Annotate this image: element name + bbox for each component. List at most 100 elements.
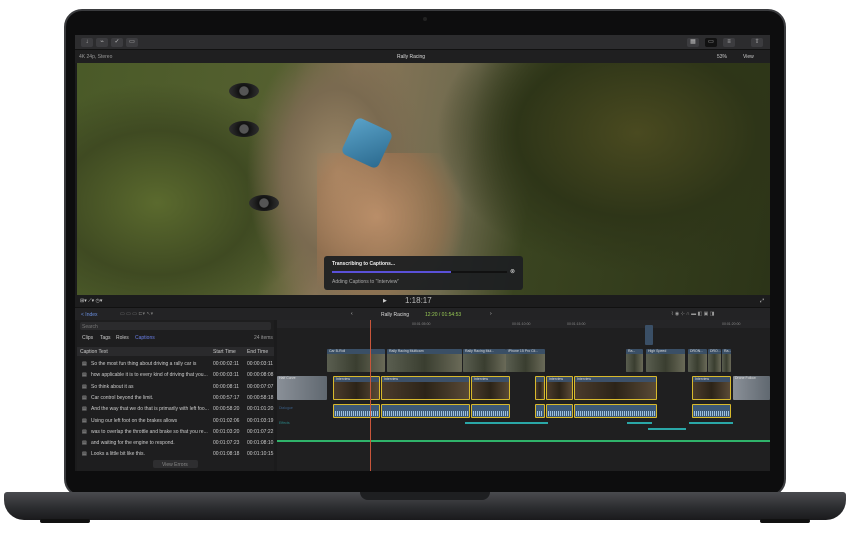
connected-clip[interactable]: Ra... [626, 349, 643, 372]
caption-start: 00:00:03:11 [213, 372, 240, 379]
effects-clip[interactable] [689, 422, 733, 424]
timeline-ruler[interactable]: 00:01:05:00 00:01:10:00 00:01:15:00 00:01:2… [277, 320, 770, 328]
connected-clip[interactable]: DRO... [708, 349, 721, 372]
view-menu[interactable]: View [743, 54, 754, 60]
caption-start: 00:01:03:20 [213, 428, 240, 435]
caption-end: 00:01:01:20 [247, 406, 274, 413]
audio-clip[interactable] [381, 404, 470, 418]
inspector-icon[interactable]: ≡ [723, 38, 735, 47]
audio-clip[interactable] [574, 404, 657, 418]
caption-end: 00:01:03:19 [247, 417, 274, 424]
ruler-tick: 00:01:10:00 [512, 321, 531, 326]
import-icon[interactable]: ↓ [81, 38, 93, 47]
connected-clip[interactable]: Ra... [722, 349, 731, 372]
tab-roles[interactable]: Roles [116, 335, 129, 341]
primary-clip[interactable]: Interview [381, 376, 470, 400]
primary-clip[interactable]: Half Curve [277, 376, 327, 400]
audio-waveform [576, 411, 655, 416]
caption-row[interactable]: ▤ Car control beyond the limit. 00:00:57… [77, 393, 274, 403]
laptop-foot [760, 519, 810, 523]
keywords-icon[interactable]: ⌁ [96, 38, 108, 47]
connected-clip[interactable]: Rally Racing Mul... [463, 349, 506, 372]
clip-thumbnail [536, 382, 544, 399]
edit-tools-icon[interactable]: ▭ ▭ ▭ ⊏▾ ↖▾ [120, 311, 153, 317]
audio-clip[interactable] [333, 404, 380, 418]
dialog-subtitle: Adding Captions to "Interview" [332, 279, 400, 285]
primary-clip[interactable]: Interview [333, 376, 380, 400]
playhead[interactable] [370, 320, 371, 471]
caption-start: 00:00:58:20 [213, 406, 240, 413]
effects-clip[interactable] [648, 428, 686, 430]
timeline[interactable]: 00:01:05:00 00:01:10:00 00:01:15:00 00:01:2… [277, 320, 770, 471]
caption-row[interactable]: ▤ was to overlap the throttle and brake … [77, 427, 274, 437]
search-input[interactable]: Search [80, 322, 271, 330]
caption-text: So think about it as [91, 383, 134, 390]
clip-thumbnail [688, 354, 707, 372]
laptop-notch [360, 492, 490, 500]
audio-clip[interactable] [471, 404, 510, 418]
audio-clip[interactable] [535, 404, 545, 418]
caption-text: And the way that we do that is primarily… [91, 406, 209, 413]
caption-icon: ▤ [82, 361, 87, 367]
clip-thumbnail [693, 382, 730, 399]
clip-thumbnail [722, 354, 731, 372]
caption-row[interactable]: ▤ and waiting for the engine to respond.… [77, 438, 274, 448]
clip-label: Rally Racing Mul... [465, 349, 495, 353]
col-start-time[interactable]: Start Time [213, 349, 236, 355]
caption-row[interactable]: ▤ Looks a little bit like this. 00:01:08… [77, 449, 274, 459]
timeline-toolbar: < Index ▭ ▭ ▭ ⊏▾ ↖▾ ‹ Rally Racing 12:20… [75, 307, 770, 320]
caption-row[interactable]: ▤ So think about it as 00:00:08:11 00:00… [77, 382, 274, 392]
timeline-options-icon[interactable]: ⌇ ◉ ⊹ ∩ ▬ ◧ ▣ ◨ [671, 311, 714, 317]
primary-clip[interactable]: Interview [574, 376, 657, 400]
primary-clip[interactable]: Interview [546, 376, 573, 400]
share-icon[interactable]: ▭ [126, 38, 138, 47]
zoom-menu[interactable]: 53% [717, 54, 727, 60]
connected-clip[interactable]: DRON... [688, 349, 707, 372]
cancel-icon[interactable]: ⊗ [510, 268, 515, 275]
fullscreen-icon[interactable]: ⤢ [760, 298, 764, 304]
caption-row[interactable]: ▤ And the way that we do that is primari… [77, 404, 274, 414]
background-tasks-icon[interactable]: ✓ [111, 38, 123, 47]
caption-row[interactable]: ▤ how applicable it is to every kind of … [77, 370, 274, 380]
back-icon[interactable]: ‹ [351, 311, 353, 317]
play-icon[interactable]: ▶ [383, 298, 387, 304]
viewer-title: Rally Racing [397, 54, 426, 60]
layout-grid-icon[interactable]: ▦ [687, 38, 699, 47]
col-end-time[interactable]: End Time [247, 349, 268, 355]
tire [229, 83, 259, 99]
index-button[interactable]: < Index [81, 312, 98, 318]
share-export-icon[interactable]: ⇧ [751, 38, 763, 47]
caption-start: 00:00:02:11 [213, 361, 240, 367]
caption-icon: ▤ [82, 372, 87, 379]
effects-clip[interactable] [465, 422, 548, 424]
connected-clip[interactable]: iPhone 15 Pro Cli... [506, 349, 545, 372]
forward-icon[interactable]: › [490, 311, 492, 317]
timeline-index: Search Clips Tags Roles Captions 24 item… [77, 320, 274, 471]
caption-row[interactable]: ▤ Using our left foot on the brakes allo… [77, 416, 274, 426]
primary-clip[interactable]: Interview [692, 376, 731, 400]
view-errors-button[interactable]: View Errors [153, 460, 198, 468]
connected-clip[interactable]: Rally Racing Multicam [387, 349, 462, 372]
caption-text: and waiting for the engine to respond. [91, 440, 175, 447]
connected-clip[interactable] [645, 325, 653, 345]
primary-clip[interactable]: Interview [471, 376, 510, 400]
audio-clip[interactable] [692, 404, 731, 418]
audio-waveform [694, 411, 729, 416]
primary-clip[interactable] [535, 376, 545, 400]
effects-clip[interactable] [627, 422, 652, 424]
tab-tags[interactable]: Tags [100, 335, 111, 341]
video-preview[interactable]: Transcribing to Captions... ⊗ Adding Cap… [77, 63, 770, 313]
tab-clips[interactable]: Clips [82, 335, 93, 341]
caption-row[interactable]: ▤ So the most fun thing about driving a … [77, 359, 274, 369]
layout-viewer-icon[interactable]: ▭ [705, 38, 717, 47]
primary-clip[interactable]: Drone Follow [733, 376, 770, 400]
col-caption-text[interactable]: Caption Text [80, 349, 108, 355]
tab-captions[interactable]: Captions [135, 335, 155, 341]
connected-clip[interactable]: High Speed [646, 349, 685, 372]
music-track[interactable] [277, 440, 770, 442]
transform-icon[interactable]: ⊞▾ ⟋▾ ◷▾ [80, 298, 102, 304]
project-menu[interactable]: Rally Racing [381, 312, 409, 318]
connected-clip[interactable]: Car B-Roll [327, 349, 385, 372]
clip-thumbnail [327, 354, 385, 372]
audio-clip[interactable] [546, 404, 573, 418]
